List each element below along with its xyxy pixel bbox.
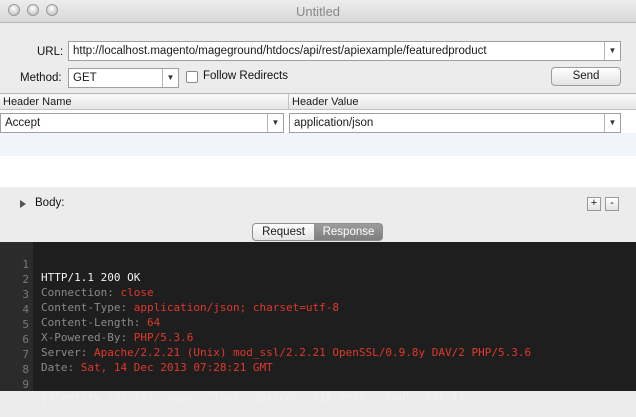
body-section: Body: + - <box>0 187 636 224</box>
header-name-dropdown-arrow-icon[interactable]: ▼ <box>267 114 283 132</box>
url-label: URL: <box>37 46 64 58</box>
title-bar: Untitled <box>0 0 636 23</box>
header-name-value: Accept <box>5 117 41 129</box>
header-key: Connection: <box>41 286 121 299</box>
empty-row[interactable] <box>0 133 636 156</box>
send-button[interactable]: Send <box>551 67 621 86</box>
header-value: application/json; charset=utf-8 <box>133 301 340 314</box>
add-body-button[interactable]: + <box>587 197 601 211</box>
header-name-select[interactable]: Accept ▼ <box>0 113 284 133</box>
header-key: Content-Type: <box>41 301 134 314</box>
response-body-json: [{"entity_id":"1","name":"Test","price":… <box>41 391 465 404</box>
headers-table: Header Name Header Value Accept ▼ applic… <box>0 93 636 188</box>
follow-redirects-label: Follow Redirects <box>203 70 288 82</box>
response-line: 9 [{"entity_id":"1","name":"Test","price… <box>0 365 464 404</box>
method-label: Method: <box>20 72 62 84</box>
header-value-column[interactable]: Header Value <box>289 94 636 110</box>
status-line: HTTP/1.1 200 OK <box>41 271 141 284</box>
method-value: GET <box>73 72 97 84</box>
response-line: 1 HTTP/1.1 200 OK <box>0 245 140 284</box>
header-key: Server: <box>41 346 94 359</box>
response-line: 3 Content-Type: application/json; charse… <box>0 275 339 314</box>
line-number: 9 <box>22 378 29 391</box>
remove-body-button[interactable]: - <box>605 197 619 211</box>
follow-redirects-checkbox[interactable] <box>186 71 198 83</box>
method-dropdown-arrow-icon[interactable]: ▼ <box>162 69 178 87</box>
header-value: PHP/5.3.6 <box>133 331 194 344</box>
header-value: 64 <box>146 316 161 329</box>
header-key: Date: <box>41 361 81 374</box>
header-value: Sat, 14 Dec 2013 07:28:21 GMT <box>80 361 273 374</box>
header-name-column[interactable]: Header Name <box>0 94 288 110</box>
window-title: Untitled <box>295 4 341 19</box>
header-value-select[interactable]: application/json ▼ <box>289 113 621 133</box>
response-line: 5 X-Powered-By: PHP/5.3.6 <box>0 305 193 344</box>
response-console[interactable]: 1 HTTP/1.1 200 OK 2 Connection: close 3 … <box>0 242 636 404</box>
response-line: 8 <box>0 350 29 376</box>
header-key: X-Powered-By: <box>41 331 134 344</box>
response-line: 4 Content-Length: 64 <box>0 290 160 329</box>
header-value: close <box>120 286 154 299</box>
method-select[interactable]: GET ▼ <box>68 68 179 88</box>
response-line: 2 Connection: close <box>0 260 153 299</box>
body-label: Body: <box>35 197 65 209</box>
disclosure-triangle-icon[interactable] <box>20 200 26 208</box>
url-field[interactable]: http://localhost.magento/mageground/htdo… <box>68 41 621 61</box>
tab-request[interactable]: Request <box>252 223 315 241</box>
header-value: Apache/2.2.21 (Unix) mod_ssl/2.2.21 Open… <box>93 346 532 359</box>
url-dropdown-arrow-icon[interactable]: ▼ <box>604 42 620 60</box>
response-line: 7 Date: Sat, 14 Dec 2013 07:28:21 GMT <box>0 335 272 374</box>
header-value-value: application/json <box>294 117 374 129</box>
response-line: 6 Server: Apache/2.2.21 (Unix) mod_ssl/2… <box>0 320 531 359</box>
table-row[interactable]: Accept ▼ application/json ▼ <box>0 111 636 133</box>
url-value: http://localhost.magento/mageground/htdo… <box>73 45 487 57</box>
tab-response[interactable]: Response <box>315 223 383 241</box>
header-key: Content-Length: <box>41 316 147 329</box>
header-value-dropdown-arrow-icon[interactable]: ▼ <box>604 114 620 132</box>
